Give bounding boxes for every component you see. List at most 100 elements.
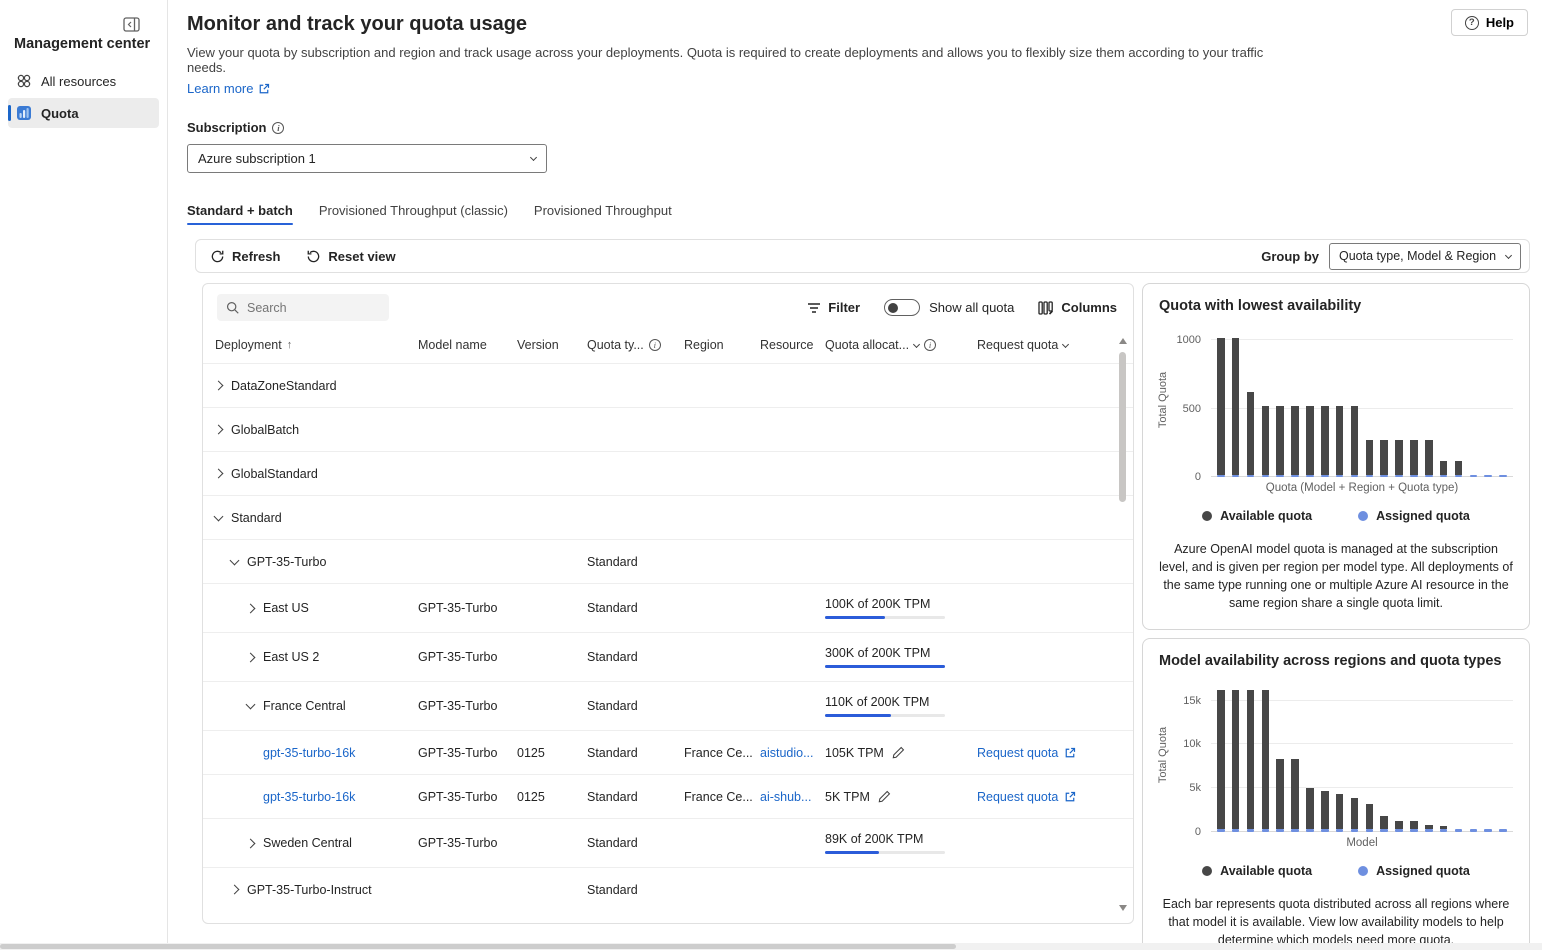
resource-link[interactable]: ai-shub...	[760, 790, 811, 804]
bar	[1380, 440, 1388, 477]
edit-pencil-icon[interactable]	[892, 746, 905, 759]
chevron-right-icon[interactable]	[246, 838, 256, 848]
request-quota-link[interactable]: Request quota	[977, 790, 1107, 804]
bar	[1484, 475, 1492, 478]
table-row[interactable]: DataZoneStandard	[203, 363, 1133, 407]
y-tick-label: 5k	[1189, 782, 1201, 794]
bar	[1499, 829, 1507, 832]
vertical-scrollbar[interactable]	[1116, 336, 1130, 913]
table-row[interactable]: GlobalStandard	[203, 451, 1133, 495]
search-input[interactable]	[247, 301, 367, 315]
quota-type-cell: Standard	[587, 699, 684, 713]
group-name: East US 2	[263, 650, 319, 664]
tab-provisioned-throughput[interactable]: Provisioned Throughput	[534, 203, 672, 225]
col-header-quota-allocated[interactable]: Quota allocat...i	[825, 338, 977, 352]
legend-dot-assigned	[1358, 511, 1368, 521]
chart-plot: 05001000	[1211, 332, 1513, 477]
bar	[1321, 791, 1329, 832]
chevron-right-icon[interactable]	[214, 381, 224, 391]
chevron-right-icon[interactable]	[214, 469, 224, 479]
tab-provisioned-throughput-classic[interactable]: Provisioned Throughput (classic)	[319, 203, 508, 225]
request-quota-link[interactable]: Request quota	[977, 746, 1107, 760]
model-name-cell: GPT-35-Turbo	[418, 699, 517, 713]
bar	[1410, 440, 1418, 477]
gridline	[1211, 831, 1513, 832]
x-axis-label: Model	[1211, 837, 1513, 849]
deployment-link[interactable]: gpt-35-turbo-16k	[263, 746, 355, 760]
bar	[1336, 406, 1344, 477]
table-row[interactable]: France CentralGPT-35-TurboStandard110K o…	[203, 681, 1133, 730]
table-row[interactable]: gpt-35-turbo-16kGPT-35-Turbo0125Standard…	[203, 730, 1133, 774]
col-header-quota-type[interactable]: Quota ty...i	[587, 338, 684, 352]
bar	[1484, 829, 1492, 832]
table-row[interactable]: gpt-35-turbo-16kGPT-35-Turbo0125Standard…	[203, 774, 1133, 818]
deployment-link[interactable]: gpt-35-turbo-16k	[263, 790, 355, 804]
col-header-region[interactable]: Region	[684, 338, 760, 352]
table-row[interactable]: East US 2GPT-35-TurboStandard300K of 200…	[203, 632, 1133, 681]
col-header-version[interactable]: Version	[517, 338, 587, 352]
horizontal-scrollbar[interactable]	[0, 943, 1542, 950]
help-button[interactable]: ? Help	[1451, 9, 1528, 36]
info-icon[interactable]: i	[272, 122, 284, 134]
col-header-deployment[interactable]: Deployment↑	[203, 338, 418, 352]
legend-dot-available	[1202, 866, 1212, 876]
quota-type-cell: Standard	[587, 883, 684, 897]
sidebar-item-all-resources[interactable]: All resources	[8, 66, 159, 96]
group-by-select[interactable]: Quota type, Model & Region	[1329, 243, 1521, 270]
col-header-request-quota[interactable]: Request quota	[977, 338, 1107, 352]
chevron-down-icon[interactable]	[246, 700, 256, 710]
filter-button[interactable]: Filter	[807, 300, 860, 315]
show-all-quota-toggle[interactable]: Show all quota	[884, 299, 1014, 316]
search-input-wrap	[217, 294, 389, 321]
chevron-down-icon[interactable]	[230, 555, 240, 565]
bar	[1276, 759, 1284, 831]
chevron-right-icon[interactable]	[230, 885, 240, 895]
edit-pencil-icon[interactable]	[878, 790, 891, 803]
info-icon[interactable]: i	[924, 339, 936, 351]
group-name: Standard	[231, 511, 282, 525]
columns-button[interactable]: Columns	[1038, 300, 1117, 315]
tab-standard-batch[interactable]: Standard + batch	[187, 203, 293, 225]
scrollbar-thumb[interactable]	[1119, 352, 1126, 502]
subscription-select[interactable]: Azure subscription 1	[187, 144, 547, 173]
scroll-up-icon[interactable]	[1119, 338, 1127, 344]
table-row[interactable]: GPT-35-TurboStandard	[203, 539, 1133, 583]
quota-type-cell: Standard	[587, 601, 684, 615]
refresh-button[interactable]: Refresh	[210, 249, 280, 264]
bar	[1425, 825, 1433, 832]
bar	[1336, 794, 1344, 831]
chevron-down-icon	[913, 340, 920, 347]
chevron-down-icon[interactable]	[214, 511, 224, 521]
col-header-model-name[interactable]: Model name	[418, 338, 517, 352]
bar	[1470, 475, 1478, 478]
subscription-label: Subscription i	[187, 120, 1530, 135]
bar	[1306, 788, 1314, 832]
table-row[interactable]: GPT-35-Turbo-Instruct Standard	[203, 867, 1133, 911]
sidebar-title: Management center	[14, 36, 167, 52]
learn-more-link[interactable]: Learn more	[187, 81, 270, 96]
col-header-resource[interactable]: Resource	[760, 338, 825, 352]
group-name: Sweden Central	[263, 836, 352, 850]
gridline	[1211, 700, 1513, 701]
scrollbar-thumb[interactable]	[0, 944, 956, 949]
chart-legend: Available quota Assigned quota	[1159, 509, 1513, 523]
table-row[interactable]: East USGPT-35-TurboStandard100K of 200K …	[203, 583, 1133, 632]
gridline	[1211, 743, 1513, 744]
reset-view-button[interactable]: Reset view	[306, 249, 395, 264]
table-row[interactable]: Standard	[203, 495, 1133, 539]
info-icon[interactable]: i	[649, 339, 661, 351]
table-row[interactable]: Sweden CentralGPT-35-TurboStandard89K of…	[203, 818, 1133, 867]
chevron-right-icon[interactable]	[214, 425, 224, 435]
chevron-right-icon[interactable]	[246, 603, 256, 613]
resource-link[interactable]: aistudio...	[760, 746, 814, 760]
collapse-sidebar-icon[interactable]	[121, 14, 141, 34]
group-name: GlobalBatch	[231, 423, 299, 437]
scroll-down-icon[interactable]	[1119, 905, 1127, 911]
chevron-right-icon[interactable]	[246, 652, 256, 662]
group-name: GPT-35-Turbo-Instruct	[247, 883, 372, 897]
quota-table-card: Filter Show all quota Columns Deployment…	[202, 283, 1134, 924]
table-row[interactable]: GlobalBatch	[203, 407, 1133, 451]
bar	[1395, 821, 1403, 831]
y-tick-label: 1000	[1177, 334, 1201, 346]
sidebar-item-quota[interactable]: Quota	[8, 98, 159, 128]
